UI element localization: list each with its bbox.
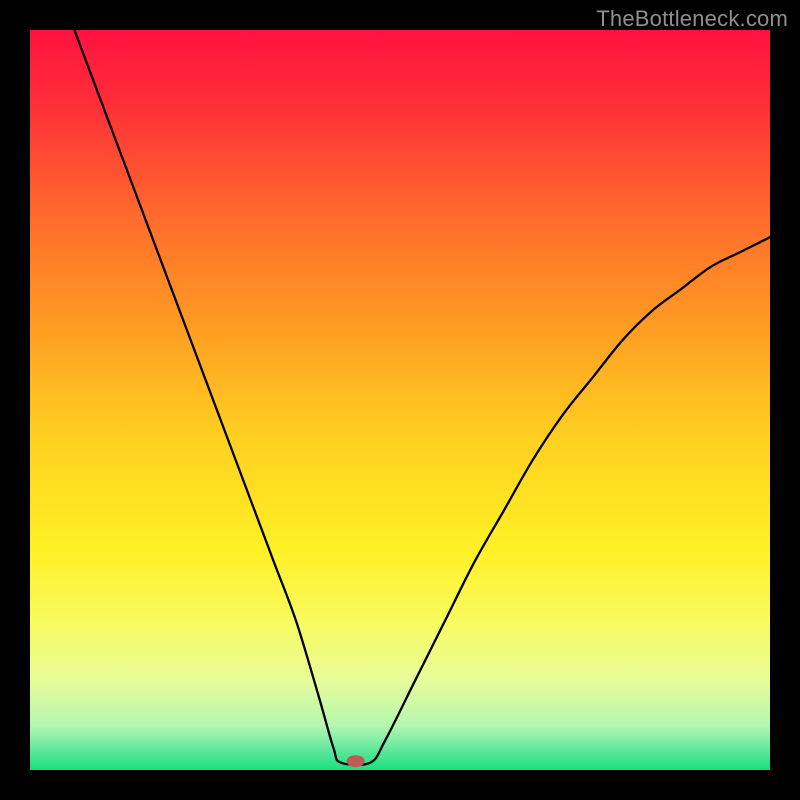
- plot-area: [30, 30, 770, 770]
- gradient-background: [30, 30, 770, 770]
- chart-frame: TheBottleneck.com: [0, 0, 800, 800]
- chart-canvas: [30, 30, 770, 770]
- watermark-text: TheBottleneck.com: [596, 6, 788, 32]
- min-point-marker: [347, 755, 365, 767]
